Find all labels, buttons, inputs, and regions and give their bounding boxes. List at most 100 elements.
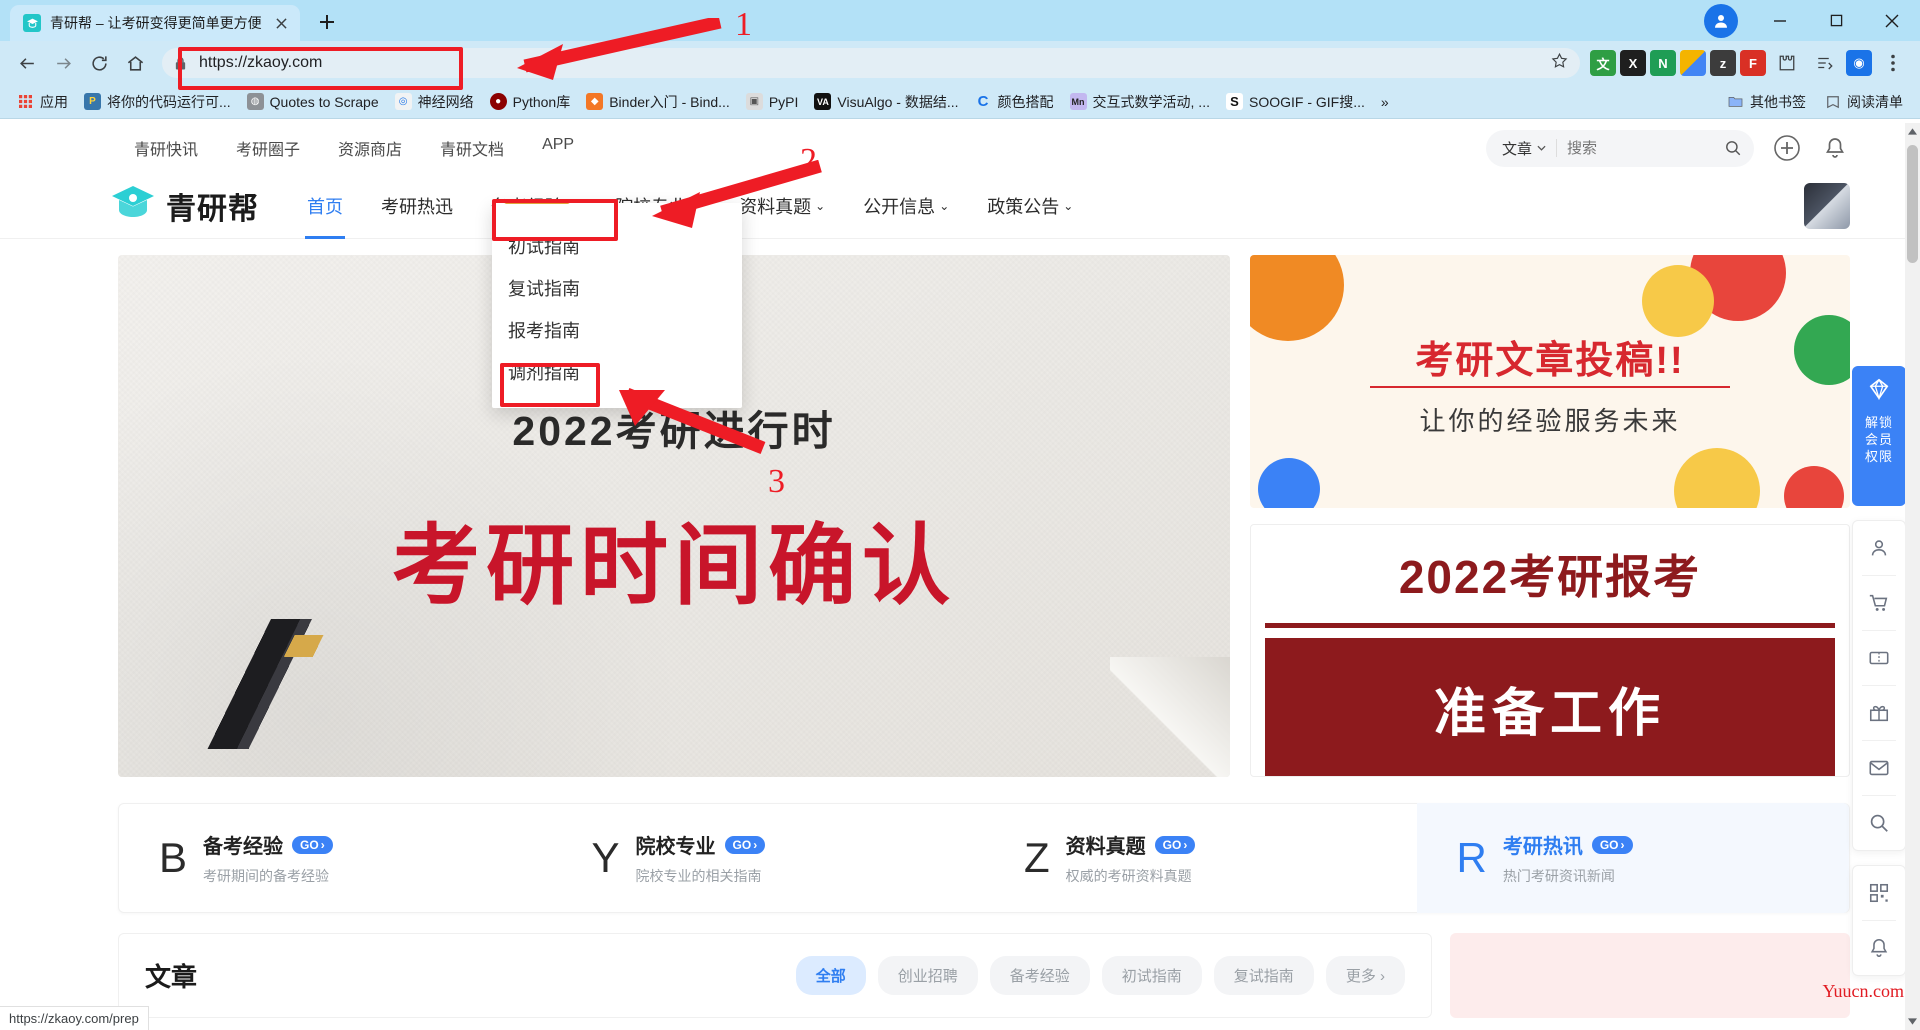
bookmark-star-icon[interactable] [1551, 52, 1568, 74]
bookmark-python-lib[interactable]: ● Python库 [483, 89, 578, 115]
status-bar: https://zkaoy.com/prep [0, 1006, 149, 1030]
dropdown-menu-beikao-jingyan: 初试指南 复试指南 报考指南 调剂指南 [492, 199, 742, 408]
bookmarks-bar-right: 其他书签 阅读清单 [1720, 89, 1910, 115]
gift-icon[interactable] [1852, 686, 1906, 740]
bookmark-soogif[interactable]: S SOOGIF - GIF搜... [1219, 89, 1372, 115]
page-scrollbar[interactable] [1905, 123, 1920, 1030]
chip-chushi-zhinan[interactable]: 初试指南 [1101, 956, 1202, 995]
vip-unlock-button[interactable]: 解锁 会员 权限 [1852, 366, 1906, 506]
window-maximize-button[interactable] [1808, 0, 1864, 41]
go-badge[interactable]: GO › [1591, 835, 1633, 854]
ticket-icon[interactable] [1852, 631, 1906, 685]
x-extension-icon[interactable]: X [1620, 50, 1646, 76]
go-badge[interactable]: GO › [292, 835, 333, 854]
nav-item-gongkai-xinxi[interactable]: 公开信息 ⌄ [861, 187, 951, 225]
address-bar[interactable]: https://zkaoy.com [162, 48, 1580, 78]
nav-item-zhengce-gonggao[interactable]: 政策公告 ⌄ [985, 187, 1075, 225]
chrome-menu-icon[interactable] [1876, 46, 1910, 80]
search-box[interactable]: 文章 [1486, 129, 1754, 167]
mail-icon[interactable] [1852, 741, 1906, 795]
bookmark-neural-network[interactable]: ◎ 神经网络 [388, 89, 481, 115]
browser-tab[interactable]: 青研帮 – 让考研变得更简单更方便 [10, 5, 300, 41]
bookmark-apps[interactable]: 应用 [10, 89, 75, 115]
promo-article-submission[interactable]: 考研文章投稿!! 让你的经验服务未来 [1250, 255, 1850, 508]
topnav-item-shangdian[interactable]: 资源商店 [338, 136, 402, 160]
search-icon[interactable] [1852, 796, 1906, 850]
home-icon[interactable] [118, 46, 152, 80]
qrcode-icon[interactable] [1852, 866, 1906, 920]
puzzle-extension-icon[interactable] [1770, 46, 1804, 80]
forward-icon[interactable] [46, 46, 80, 80]
reload-icon[interactable] [82, 46, 116, 80]
quick-card-desc: 热门考研资讯新闻 [1502, 868, 1615, 884]
feed-title: 文章 [145, 962, 198, 992]
quick-card-title: 备考经验 [203, 836, 284, 858]
tab-close-icon[interactable] [271, 13, 291, 33]
decor-blob-red2 [1784, 466, 1844, 508]
nav-item-home[interactable]: 首页 [305, 187, 345, 239]
bookmark-quotes-to-scrape[interactable]: ◍ Quotes to Scrape [240, 90, 386, 113]
bookmark-visualgo[interactable]: VA VisuAlgo - 数据结... [807, 89, 965, 115]
user-avatar[interactable] [1804, 182, 1850, 229]
search-icon[interactable] [1718, 133, 1748, 163]
chip-fushi-zhinan[interactable]: 复试指南 [1213, 956, 1314, 995]
scrollbar-thumb[interactable] [1907, 145, 1918, 263]
bookmark-math[interactable]: Mn 交互式数学活动, ... [1063, 89, 1217, 115]
zk-extension-icon[interactable]: z [1710, 50, 1736, 76]
bookmarks-overflow-button[interactable]: » [1374, 91, 1396, 113]
n-extension-icon[interactable]: N [1650, 50, 1676, 76]
tab-favicon-icon [23, 14, 41, 32]
chip-all[interactable]: 全部 [795, 956, 866, 995]
quick-card-yuanxiao[interactable]: Y 院校专业 GO › 院校专业的相关指南 [552, 830, 985, 886]
graduation-cap-logo-icon [110, 182, 156, 229]
window-close-button[interactable] [1864, 0, 1920, 41]
quick-card-beikao[interactable]: B 备考经验 GO › 考研期间的备考经验 [119, 830, 552, 886]
quick-card-rexun[interactable]: R 考研热讯 GO › 热门考研资讯新闻 [1416, 803, 1849, 913]
va-icon: VA [814, 93, 832, 110]
topnav-item-wendang[interactable]: 青研文档 [440, 136, 504, 160]
flag-extension-icon[interactable]: F [1740, 50, 1766, 76]
chip-chuangye-zhaopin[interactable]: 创业招聘 [877, 956, 978, 995]
bookmark-pypi[interactable]: ▣ PyPI [739, 90, 806, 113]
user-icon[interactable] [1852, 521, 1906, 575]
bookmark-other-folder[interactable]: 其他书签 [1720, 89, 1813, 115]
topnav-item-kuaixun[interactable]: 青研快讯 [134, 136, 198, 160]
scroll-up-arrow-icon[interactable] [1905, 123, 1920, 140]
go-badge[interactable]: GO › [1154, 835, 1196, 854]
window-controls [1704, 0, 1920, 41]
new-tab-button[interactable] [310, 5, 344, 39]
bookmark-reading-list[interactable]: 阅读清单 [1817, 89, 1910, 115]
topnav-item-quanzi[interactable]: 考研圈子 [236, 136, 300, 160]
search-category-select[interactable]: 文章 [1502, 138, 1546, 159]
nav-item-ziliao-zhenti[interactable]: 资料真题 ⌄ [737, 187, 827, 225]
quick-card-ziliao[interactable]: Z 资料真题 GO › 权威的考研资料真题 [984, 830, 1417, 886]
topnav-item-app[interactable]: APP [542, 136, 574, 160]
add-button[interactable] [1772, 133, 1802, 163]
notifications-button[interactable] [1820, 133, 1850, 163]
cart-icon[interactable] [1852, 576, 1906, 630]
go-badge[interactable]: GO › [724, 835, 766, 854]
reading-list-icon[interactable] [1808, 46, 1842, 80]
bookmark-colors[interactable]: C 颜色搭配 [968, 89, 1061, 115]
bookmark-binder[interactable]: ◆ Binder入门 - Bind... [579, 89, 737, 115]
window-minimize-button[interactable] [1752, 0, 1808, 41]
scroll-down-arrow-icon[interactable] [1905, 1013, 1920, 1030]
colors-extension-icon[interactable] [1680, 50, 1706, 76]
dropdown-item-chushi-zhinan[interactable]: 初试指南 [492, 225, 742, 267]
chip-beikao-jingyan[interactable]: 备考经验 [989, 956, 1090, 995]
dropdown-item-fushi-zhinan[interactable]: 复试指南 [492, 267, 742, 309]
translate-extension-icon[interactable]: 文 [1590, 50, 1616, 76]
profile-extension-icon[interactable]: ◉ [1846, 50, 1872, 76]
profile-avatar[interactable] [1704, 3, 1738, 38]
search-input[interactable] [1567, 139, 1718, 157]
chip-more[interactable]: 更多 › [1325, 956, 1405, 995]
dropdown-item-baokao-zhinan[interactable]: 报考指南 [492, 309, 742, 351]
bookmark-python-run[interactable]: P 将你的代码运行可... [77, 89, 238, 115]
nav-item-kaoyan-hot[interactable]: 考研热迅 [379, 187, 455, 225]
back-icon[interactable] [10, 46, 44, 80]
site-logo[interactable]: 青研帮 [110, 182, 259, 229]
bell-icon[interactable] [1852, 921, 1906, 975]
promo-2022-registration[interactable]: 2022考研报考 准备工作 [1250, 524, 1850, 777]
dropdown-item-tiaoji-zhinan[interactable]: 调剂指南 [492, 351, 742, 393]
vip-line-1: 解锁 [1864, 415, 1893, 430]
